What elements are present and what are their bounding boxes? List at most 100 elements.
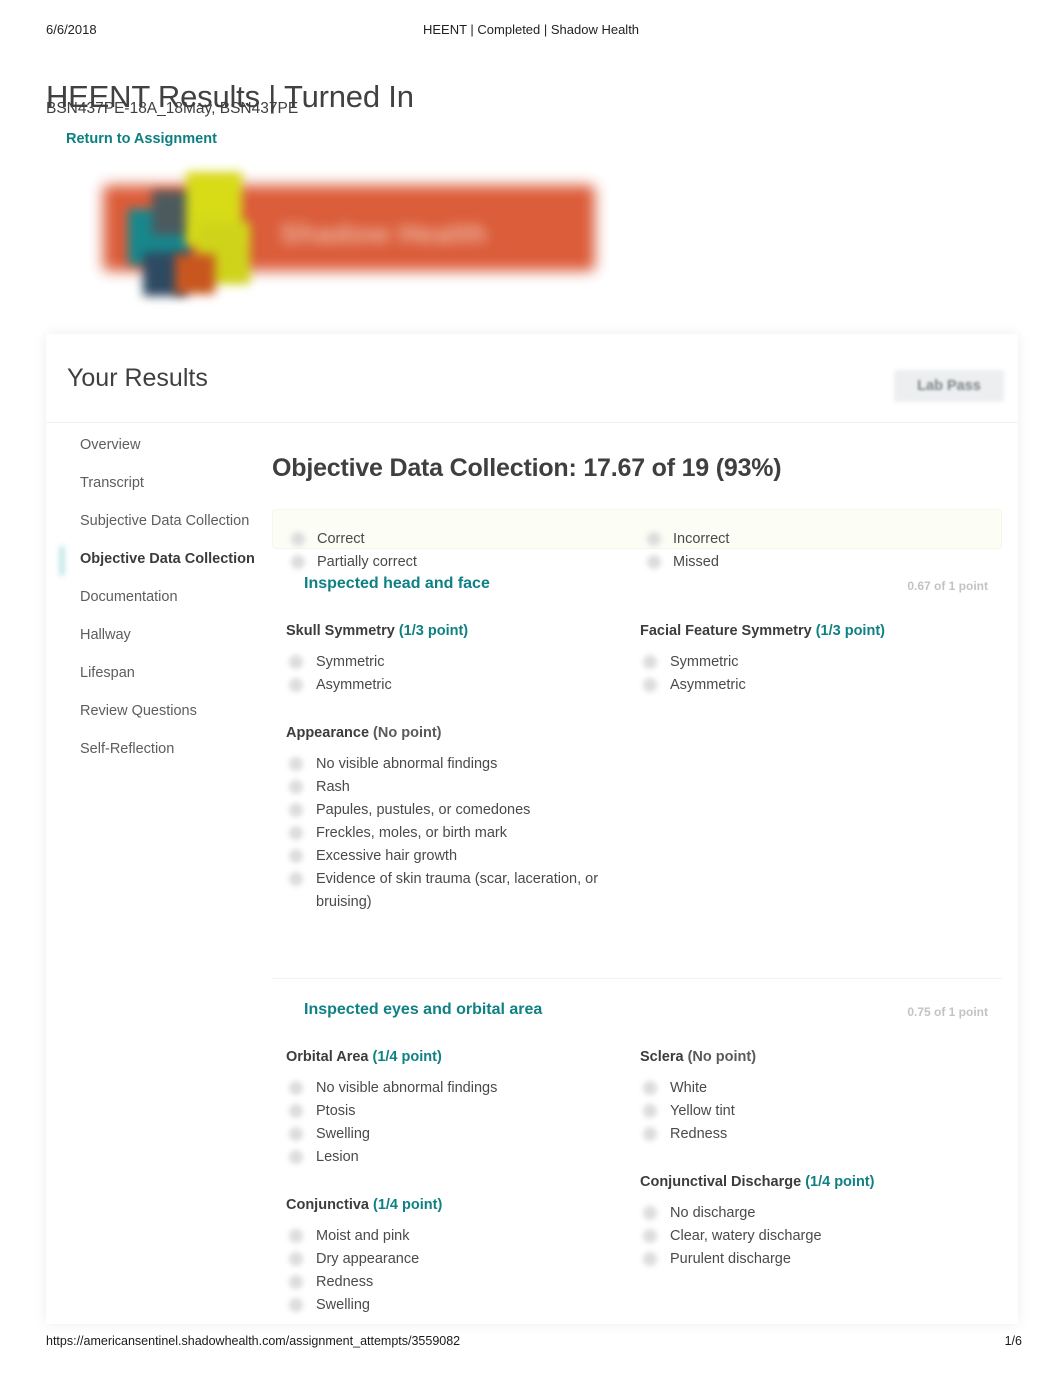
finding-status-dot-icon <box>289 1081 303 1095</box>
legend-status-dot-icon <box>647 532 661 546</box>
finding-group-points: (1/3 point) <box>815 623 885 639</box>
puzzle-piece-orange-icon <box>175 254 215 294</box>
results-card-header: Your Results Lab Pass <box>46 334 1018 423</box>
assessment-section: Inspected eyes and orbital area 0.75 of 1… <box>272 978 1002 1363</box>
legend-item: Partially correct <box>291 551 417 574</box>
legend-item-label: Partially correct <box>317 554 417 570</box>
finding-option-label: Dry appearance <box>316 1251 420 1267</box>
finding-option: Papules, pustules, or comedones <box>289 799 638 822</box>
sidebar-item-label: Objective Data Collection <box>80 551 255 567</box>
finding-status-dot-icon <box>643 655 657 669</box>
return-to-assignment-link[interactable]: Return to Assignment <box>66 131 217 147</box>
sidebar-item-self-reflection[interactable]: Self-Reflection <box>60 730 264 768</box>
finding-option-label: Ptosis <box>316 1103 356 1119</box>
finding-options: No visible abnormal findings Ptosis Swelli… <box>286 1077 638 1169</box>
section-points: 0.67 of 1 point <box>907 579 988 593</box>
finding-status-dot-icon <box>289 872 303 886</box>
finding-status-dot-icon <box>289 655 303 669</box>
finding-option-label: Swelling <box>316 1126 370 1142</box>
finding-options: Symmetric Asymmetric <box>640 651 992 697</box>
your-results-heading: Your Results <box>67 364 208 392</box>
finding-status-dot-icon <box>643 678 657 692</box>
finding-group-title: Appearance (No point) <box>286 725 638 741</box>
section-name: Inspected head and face <box>304 575 490 592</box>
sidebar-item-overview[interactable]: Overview <box>60 426 264 464</box>
finding-status-dot-icon <box>289 849 303 863</box>
legend-item-label: Incorrect <box>673 531 730 547</box>
finding-status-dot-icon <box>289 1150 303 1164</box>
finding-option-label: No visible abnormal findings <box>316 1080 498 1096</box>
finding-option: No visible abnormal findings <box>289 1077 638 1100</box>
legend-item-label: Correct <box>317 531 365 547</box>
legend-item-label: Missed <box>673 554 719 570</box>
finding-option-label: Rash <box>316 779 350 795</box>
section-groups: Orbital Area (1/4 point) No visible abnor… <box>272 1049 1002 1345</box>
brand-name: Shadow Health <box>280 218 488 249</box>
finding-option: Swelling <box>289 1123 638 1146</box>
finding-option: Ptosis <box>289 1100 638 1123</box>
legend-item: Missed <box>647 551 729 574</box>
section-header: Inspected eyes and orbital area 0.75 of 1… <box>272 1001 1002 1027</box>
finding-option: Clear, watery discharge <box>643 1225 992 1248</box>
finding-option: No discharge <box>643 1202 992 1225</box>
finding-option-label: Clear, watery discharge <box>670 1228 822 1244</box>
finding-option-label: No visible abnormal findings <box>316 756 498 772</box>
print-document-title: HEENT | Completed | Shadow Health <box>422 22 640 37</box>
sidebar-item-label: Review Questions <box>80 703 197 719</box>
finding-status-dot-icon <box>643 1229 657 1243</box>
finding-option-label: Freckles, moles, or birth mark <box>316 825 507 841</box>
finding-options: White Yellow tint Redness <box>640 1077 992 1146</box>
print-header: 6/6/2018 HEENT | Completed | Shadow Heal… <box>0 22 1062 42</box>
sidebar-item-subjective-data-collection[interactable]: Subjective Data Collection <box>60 502 264 540</box>
finding-status-dot-icon <box>643 1104 657 1118</box>
assessment-section: Inspected head and face 0.67 of 1 point Sk… <box>272 575 1002 960</box>
finding-group-name: Orbital Area <box>286 1049 369 1065</box>
section-groups: Skull Symmetry (1/3 point) Symmetric Asymm… <box>272 623 1002 942</box>
finding-status-dot-icon <box>289 1252 303 1266</box>
finding-option: Yellow tint <box>643 1100 992 1123</box>
finding-status-dot-icon <box>289 1298 303 1312</box>
finding-group-name: Facial Feature Symmetry <box>640 623 812 639</box>
finding-status-dot-icon <box>289 757 303 771</box>
sidebar-item-review-questions[interactable]: Review Questions <box>60 692 264 730</box>
finding-status-dot-icon <box>643 1127 657 1141</box>
finding-option: Lesion <box>289 1146 638 1169</box>
finding-group-title: Skull Symmetry (1/3 point) <box>286 623 638 639</box>
finding-status-dot-icon <box>643 1206 657 1220</box>
finding-option: Dry appearance <box>289 1248 638 1271</box>
finding-option-label: Asymmetric <box>316 677 392 693</box>
finding-group-points: (1/4 point) <box>372 1049 442 1065</box>
score-legend: Correct Partially correct Incorrect Missed <box>272 509 1002 570</box>
finding-option: Symmetric <box>643 651 992 674</box>
finding-options: Moist and pink Dry appearance Redness Swell… <box>286 1225 638 1317</box>
sidebar-item-label: Documentation <box>80 589 178 605</box>
finding-status-dot-icon <box>643 1252 657 1266</box>
sidebar-item-objective-data-collection[interactable]: Objective Data Collection <box>60 540 264 578</box>
finding-option: Moist and pink <box>289 1225 638 1248</box>
finding-option: Asymmetric <box>289 674 638 697</box>
section-name: Inspected eyes and orbital area <box>304 1001 543 1018</box>
sidebar-item-documentation[interactable]: Documentation <box>60 578 264 616</box>
sidebar-item-lifespan[interactable]: Lifespan <box>60 654 264 692</box>
objective-data-panel: Objective Data Collection: 17.67 of 19 (… <box>272 426 1018 1363</box>
footer-url: https://americansentinel.shadowhealth.co… <box>46 1334 461 1348</box>
finding-option: Redness <box>289 1271 638 1294</box>
finding-option: Excessive hair growth <box>289 845 638 868</box>
finding-group-name: Appearance <box>286 725 370 741</box>
finding-group: Sclera (No point) White Yellow tint Redness <box>640 1049 992 1146</box>
results-card: Your Results Lab Pass Overview Transcript… <box>46 334 1018 1324</box>
finding-group-points: (1/3 point) <box>398 623 469 639</box>
finding-group: Conjunctival Discharge (1/4 point) No dis… <box>640 1174 992 1271</box>
finding-option: Rash <box>289 776 638 799</box>
finding-option: Swelling <box>289 1294 638 1317</box>
sidebar-item-hallway[interactable]: Hallway <box>60 616 264 654</box>
finding-option: Asymmetric <box>643 674 992 697</box>
sidebar-item-label: Self-Reflection <box>80 741 175 757</box>
finding-group-name: Conjunctival Discharge <box>640 1174 802 1190</box>
finding-option-label: Asymmetric <box>670 677 746 693</box>
finding-option: Evidence of skin trauma (scar, laceratio… <box>289 868 638 914</box>
legend-column-right: Incorrect Missed <box>647 528 730 574</box>
finding-status-dot-icon <box>289 1229 303 1243</box>
sidebar-item-transcript[interactable]: Transcript <box>60 464 264 502</box>
finding-group-points: (1/4 point) <box>805 1174 875 1190</box>
